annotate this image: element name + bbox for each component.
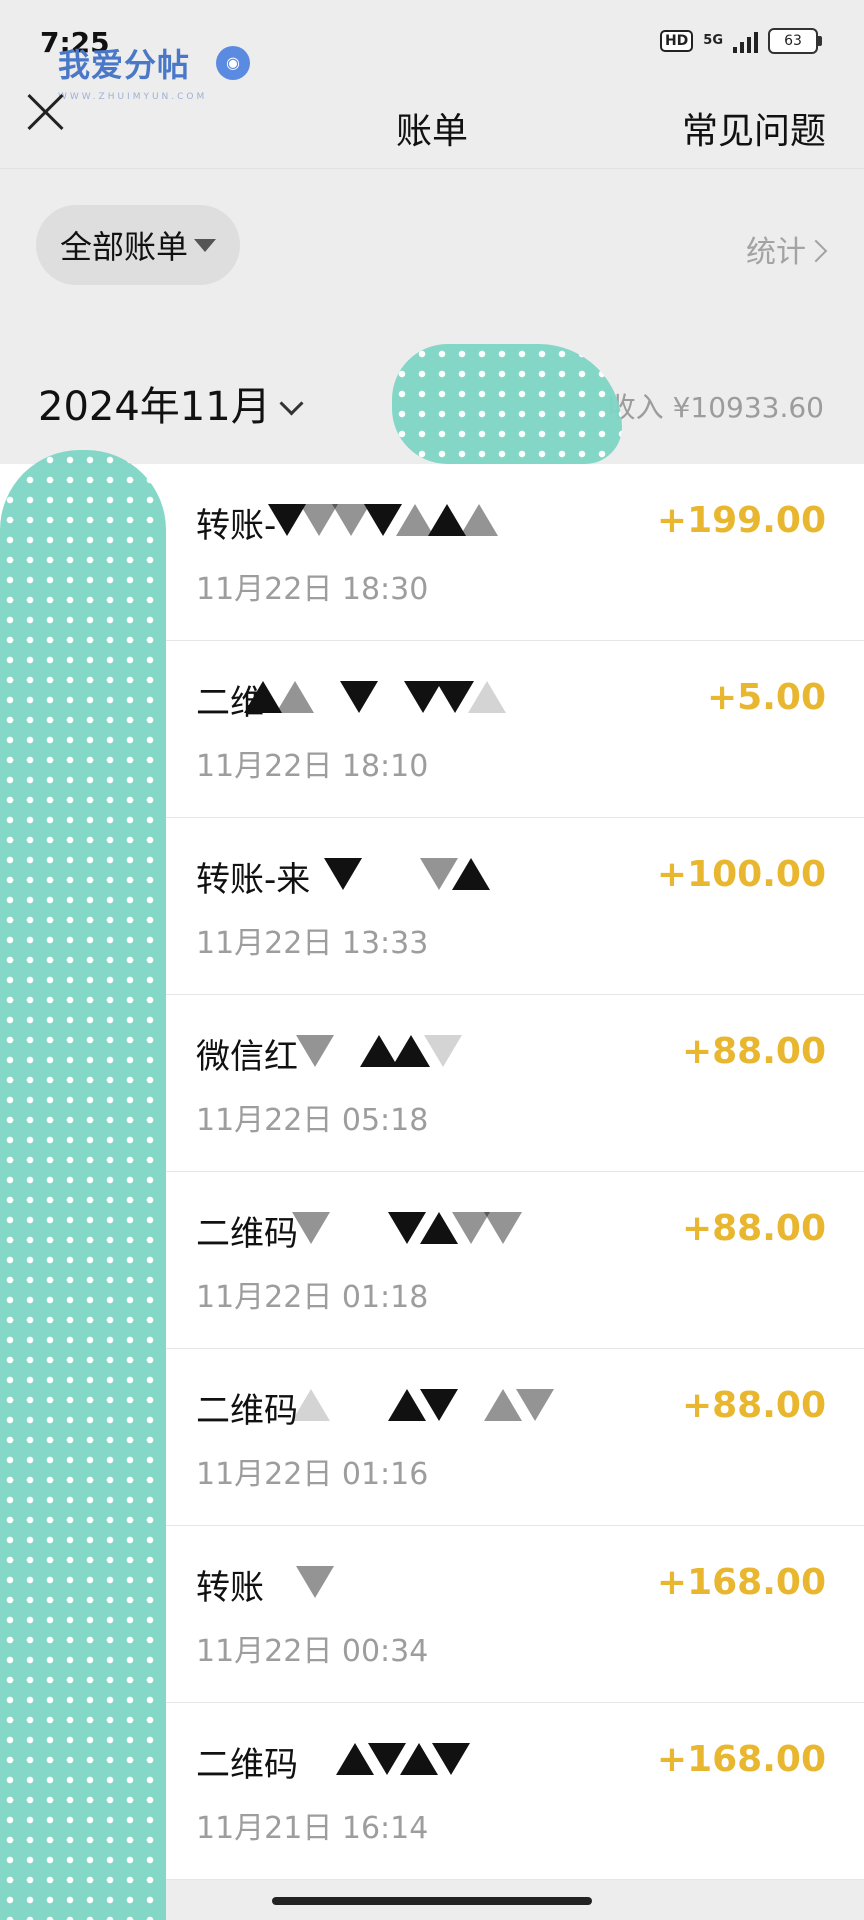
bill-time: 11月22日 01:16	[196, 1457, 429, 1492]
bill-row[interactable]: 二维 11月22日 18:10 +5.00	[160, 641, 864, 818]
redaction-mask	[292, 1212, 522, 1248]
redaction-mask	[244, 681, 506, 717]
signal-icon	[733, 29, 758, 53]
bill-amount: +5.00	[707, 677, 826, 718]
chevron-right-icon	[804, 239, 828, 263]
redaction-mask	[268, 504, 498, 540]
bill-title: 转账	[196, 1568, 264, 1608]
bill-time: 11月22日 01:18	[196, 1280, 429, 1315]
bill-time: 11月22日 18:10	[196, 749, 429, 784]
bill-amount: +88.00	[681, 1385, 826, 1426]
month-selector[interactable]: 2024年11月	[38, 374, 304, 432]
redaction-mask	[324, 858, 490, 894]
bill-type-filter[interactable]: 全部账单	[36, 205, 240, 285]
privacy-overlay	[0, 450, 166, 1920]
bill-amount: +199.00	[656, 500, 826, 541]
bill-time: 11月22日 00:34	[196, 1634, 429, 1669]
hd-icon: HD	[659, 30, 694, 52]
bill-amount: +168.00	[656, 1562, 826, 1603]
month-label: 2024年11月	[38, 384, 271, 430]
status-icons: HD 5G 63	[659, 28, 822, 54]
chevron-down-icon	[279, 391, 304, 416]
stats-link[interactable]: 统计	[746, 227, 828, 271]
bill-row[interactable]: 二维码 11月21日 16:14 +168.00	[160, 1703, 864, 1880]
bill-row[interactable]: 转账-来 11月22日 13:33 +100.00	[160, 818, 864, 995]
filter-bar: 全部账单 统计	[0, 168, 864, 329]
bill-amount: +100.00	[656, 854, 826, 895]
bill-amount: +168.00	[656, 1739, 826, 1780]
bill-row[interactable]: 转账- 11月22日 18:30 +199.00	[160, 464, 864, 641]
bill-time: 11月22日 13:33	[196, 926, 429, 961]
bill-amount: +88.00	[681, 1031, 826, 1072]
bill-row[interactable]: 二维码 11月22日 01:16 +88.00	[160, 1349, 864, 1526]
caret-down-icon	[194, 238, 216, 252]
privacy-overlay	[392, 344, 622, 464]
bill-time: 11月22日 05:18	[196, 1103, 429, 1138]
stats-label: 统计	[746, 235, 806, 270]
bill-amount: +88.00	[681, 1208, 826, 1249]
bill-row[interactable]: 微信红 11月22日 05:18 +88.00	[160, 995, 864, 1172]
redaction-mask	[292, 1389, 554, 1425]
battery-icon: 63	[768, 28, 822, 54]
network-type: 5G	[703, 33, 723, 48]
bill-row[interactable]: 二维码 11月22日 01:18 +88.00	[160, 1172, 864, 1349]
nav-bar: 账单 常见问题	[0, 72, 864, 168]
filter-label: 全部账单	[59, 228, 188, 266]
redaction-mask	[264, 1566, 334, 1602]
bill-row[interactable]: 转账 11月22日 00:34 +168.00	[160, 1526, 864, 1703]
faq-link[interactable]: 常见问题	[682, 102, 826, 154]
redaction-mask	[296, 1035, 462, 1071]
bill-time: 11月22日 18:30	[196, 572, 429, 607]
home-indicator[interactable]	[272, 1897, 592, 1905]
redaction-mask	[336, 1743, 470, 1779]
bill-time: 11月21日 16:14	[196, 1811, 429, 1846]
month-income: 收入 ¥10933.60	[607, 391, 824, 424]
